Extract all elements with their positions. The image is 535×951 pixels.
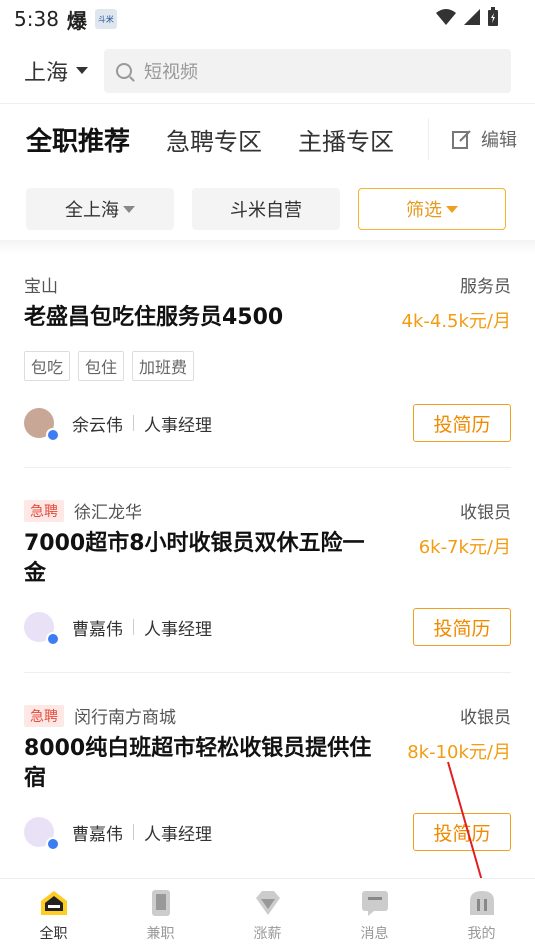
verified-icon <box>46 428 60 442</box>
apply-button[interactable]: 投简历 <box>413 813 511 851</box>
profile-icon <box>469 891 494 915</box>
recruiter-name: 曹嘉伟 <box>72 824 123 845</box>
search-placeholder: 短视频 <box>144 61 198 83</box>
recruiter-row: 余云伟 人事经理 投简历 <box>24 403 511 443</box>
message-icon <box>361 891 388 916</box>
recruiter-name: 曹嘉伟 <box>72 619 123 640</box>
urgent-badge: 急聘 <box>24 704 64 727</box>
bottom-nav: 全职 兼职 涨薪 消息 我的 <box>0 878 535 951</box>
job-card[interactable]: 宝山 服务员 老盛昌包吃住服务员4500 4k-4.5k元/月 包吃 包住 加班… <box>24 254 511 468</box>
urgent-badge: 急聘 <box>24 499 64 522</box>
job-card[interactable]: 急聘 徐汇龙华 收银员 7000超市8小时收银员双休五险一金 6k-7k元/月 … <box>24 468 511 673</box>
recruiter-row: 曹嘉伟 人事经理 投简历 <box>24 607 511 647</box>
tab-recommended[interactable]: 全职推荐 <box>26 121 130 158</box>
wifi-icon <box>436 9 456 25</box>
job-location: 徐汇龙华 <box>74 503 142 523</box>
filter-bar: 全上海 斗米自营 筛选 <box>0 174 535 240</box>
job-tag: 包吃 <box>24 351 71 381</box>
verified-icon <box>46 837 60 851</box>
job-category: 收银员 <box>460 708 511 728</box>
top-bar: 上海 短视频 <box>0 38 535 104</box>
job-tag: 包住 <box>78 351 125 381</box>
filter-area[interactable]: 全上海 <box>26 188 174 230</box>
category-tabs: 全职推荐 急聘专区 主播专区 编辑 <box>0 104 535 174</box>
avatar <box>24 817 60 851</box>
job-meta-row: 急聘 闵行南方商城 收银员 <box>24 703 511 728</box>
status-icons <box>435 7 499 27</box>
status-bar: 5:38 爆 斗米 <box>0 0 535 38</box>
recruiter-name: 余云伟 <box>72 415 123 436</box>
recruiter-role: 人事经理 <box>144 824 212 845</box>
avatar <box>24 612 60 646</box>
section-divider <box>0 240 535 254</box>
status-boom-icon: 爆 <box>66 8 87 33</box>
caret-down-icon <box>76 67 89 74</box>
apply-button[interactable]: 投简历 <box>413 404 511 442</box>
job-category: 服务员 <box>460 277 511 297</box>
parttime-icon <box>151 890 170 916</box>
edit-tabs-button[interactable]: 编辑 <box>451 126 517 152</box>
job-tag: 加班费 <box>132 351 195 381</box>
edit-icon <box>452 130 471 149</box>
apply-button[interactable]: 投简历 <box>413 608 511 646</box>
job-salary: 8k-10k元/月 <box>407 742 511 763</box>
tab-urgent[interactable]: 急聘专区 <box>166 122 262 157</box>
job-meta-row: 急聘 徐汇龙华 收银员 <box>24 498 511 523</box>
job-category: 收银员 <box>460 503 511 523</box>
city-label: 上海 <box>24 60 69 86</box>
filter-self-operated[interactable]: 斗米自营 <box>192 188 340 230</box>
verified-icon <box>46 632 60 646</box>
job-card[interactable]: 急聘 闵行南方商城 收银员 8000纯白班超市轻松收银员提供住宿 8k-10k元… <box>24 673 511 879</box>
job-title: 8000纯白班超市轻松收银员提供住宿 <box>24 736 372 791</box>
app-notification-icon: 斗米 <box>94 9 117 29</box>
status-time: 5:38 <box>14 7 59 31</box>
search-icon <box>116 62 132 79</box>
recruiter-role: 人事经理 <box>144 415 212 436</box>
caret-down-icon <box>123 205 135 213</box>
tab-divider <box>428 118 429 160</box>
city-selector[interactable]: 上海 <box>24 55 104 87</box>
job-location: 闵行南方商城 <box>74 708 176 728</box>
job-salary: 4k-4.5k元/月 <box>401 311 512 332</box>
nav-raise[interactable]: 涨薪 <box>214 879 321 951</box>
fulltime-icon <box>40 891 67 915</box>
recruiter-row: 曹嘉伟 人事经理 投简历 <box>24 812 511 852</box>
search-input[interactable]: 短视频 <box>104 48 511 93</box>
recruiter-role: 人事经理 <box>144 619 212 640</box>
job-salary: 6k-7k元/月 <box>418 537 511 558</box>
job-tags: 包吃 包住 加班费 <box>24 351 511 381</box>
diamond-icon <box>255 891 280 915</box>
job-location: 宝山 <box>24 277 58 297</box>
job-meta-row: 宝山 服务员 <box>24 272 511 297</box>
tab-streamer[interactable]: 主播专区 <box>298 122 394 157</box>
nav-fulltime[interactable]: 全职 <box>0 879 107 951</box>
battery-icon <box>488 7 498 26</box>
job-list: 宝山 服务员 老盛昌包吃住服务员4500 4k-4.5k元/月 包吃 包住 加班… <box>0 254 535 879</box>
nav-parttime[interactable]: 兼职 <box>107 879 214 951</box>
caret-down-icon <box>446 205 458 213</box>
nav-profile[interactable]: 我的 <box>428 879 535 951</box>
filter-screen[interactable]: 筛选 <box>358 188 506 230</box>
signal-icon <box>464 9 480 25</box>
job-title: 老盛昌包吃住服务员4500 <box>24 305 284 330</box>
avatar <box>24 408 60 442</box>
nav-messages[interactable]: 消息 <box>321 879 428 951</box>
job-title: 7000超市8小时收银员双休五险一金 <box>24 531 365 586</box>
